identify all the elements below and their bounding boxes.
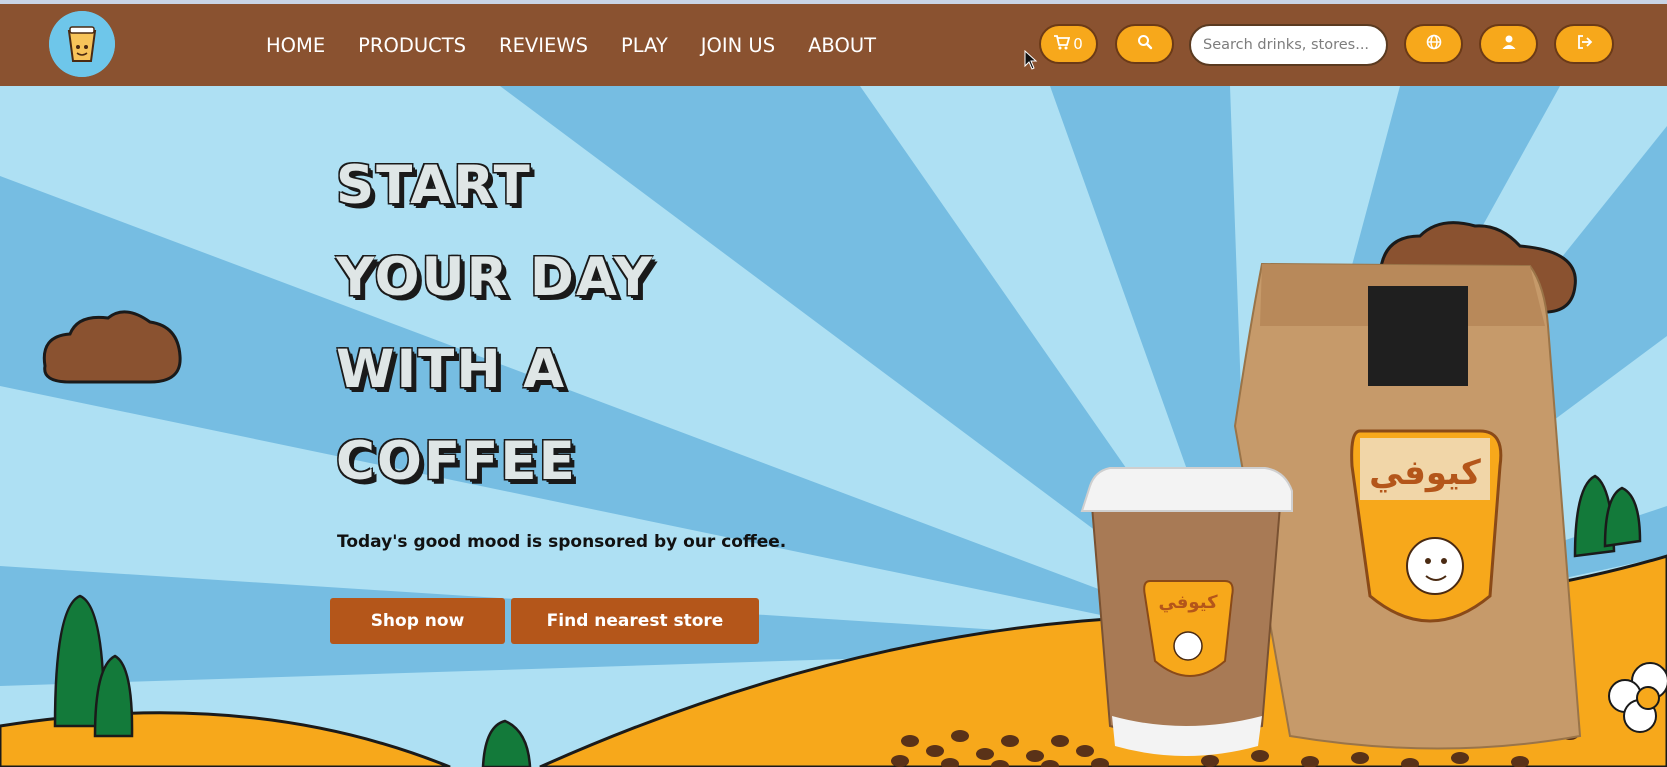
headline-line-1: START: [336, 155, 532, 216]
headline-line-2: YOUR DAY: [336, 247, 655, 308]
search-icon: [1137, 34, 1153, 54]
cart-count: 0: [1073, 35, 1083, 53]
hero-section: كيوفي كيوفي START YOUR DAY WITH A COFFEE…: [0, 86, 1667, 767]
nav-link-play[interactable]: PLAY: [621, 34, 668, 57]
logo-icon[interactable]: [49, 11, 115, 77]
language-button[interactable]: [1404, 24, 1463, 64]
nav-link-products[interactable]: PRODUCTS: [358, 34, 466, 57]
hero-background: كيوفي كيوفي: [0, 86, 1667, 767]
hero-headline: START YOUR DAY WITH A COFFEE: [336, 140, 654, 508]
nav-links: HOME PRODUCTS REVIEWS PLAY JOIN US ABOUT: [266, 4, 909, 86]
bag-brand-text: كيوفي: [1369, 453, 1481, 493]
hero-tagline: Today's good mood is sponsored by our co…: [337, 532, 787, 552]
logout-button[interactable]: [1554, 24, 1614, 64]
find-store-button[interactable]: Find nearest store: [511, 598, 759, 644]
shop-now-button[interactable]: Shop now: [330, 598, 505, 644]
nav-link-home[interactable]: HOME: [266, 34, 325, 57]
globe-icon: [1426, 34, 1442, 54]
mouse-cursor-icon: [1024, 50, 1038, 70]
cart-icon: [1054, 34, 1071, 54]
nav-link-about[interactable]: ABOUT: [808, 34, 876, 57]
logout-icon: [1576, 34, 1593, 54]
cart-button[interactable]: 0: [1039, 24, 1098, 64]
headline-line-4: COFFEE: [336, 431, 577, 492]
nav-link-reviews[interactable]: REVIEWS: [499, 34, 588, 57]
headline-line-3: WITH A: [336, 339, 567, 400]
navbar: HOME PRODUCTS REVIEWS PLAY JOIN US ABOUT…: [0, 4, 1667, 86]
search-input[interactable]: [1189, 24, 1388, 66]
user-icon: [1501, 34, 1517, 54]
search-button[interactable]: [1115, 24, 1174, 64]
cup-brand-text: كيوفي: [1158, 592, 1218, 613]
account-button[interactable]: [1479, 24, 1538, 64]
page: HOME PRODUCTS REVIEWS PLAY JOIN US ABOUT…: [0, 0, 1667, 767]
nav-link-join-us[interactable]: JOIN US: [701, 34, 775, 57]
